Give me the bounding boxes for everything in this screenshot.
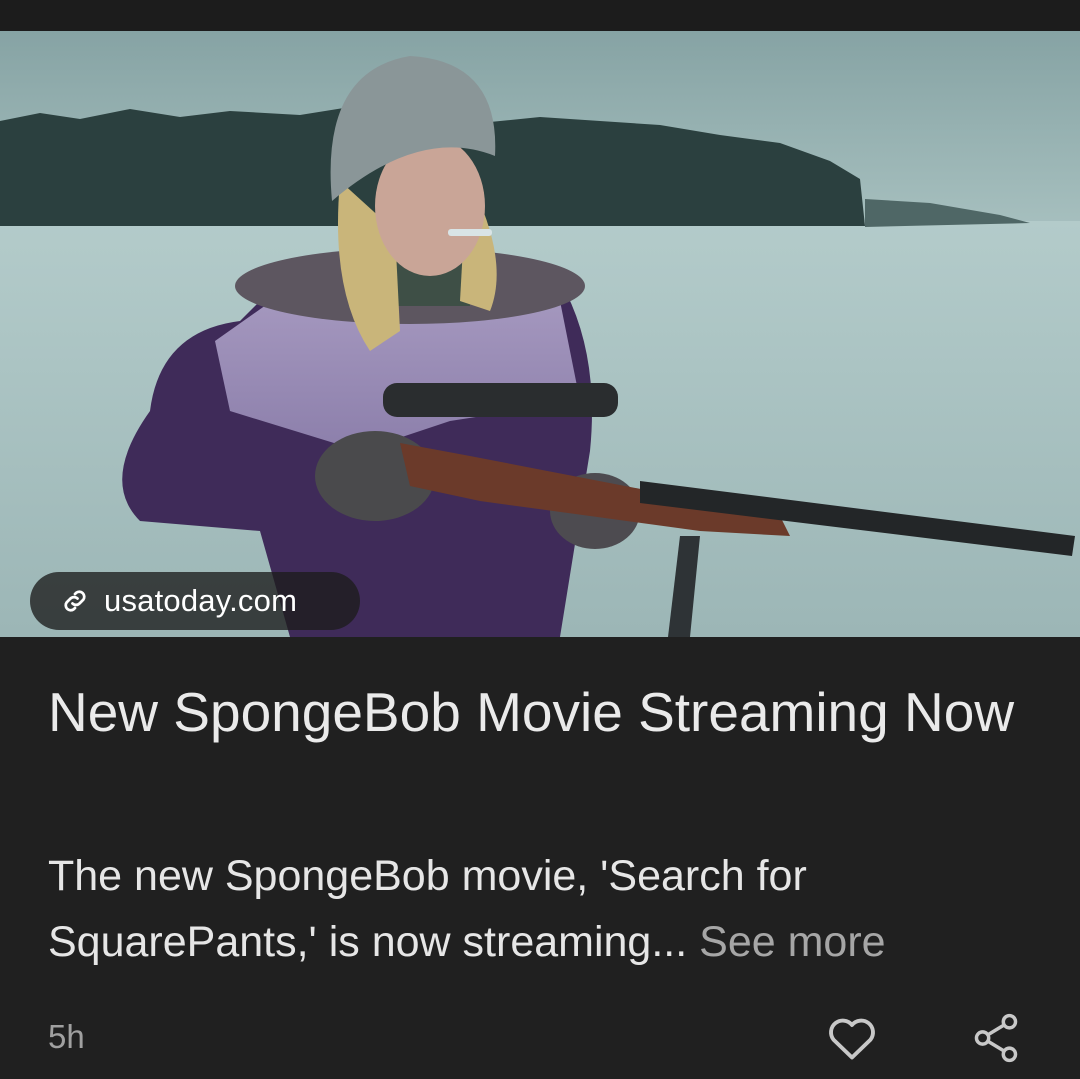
like-button[interactable] <box>822 1008 882 1068</box>
heart-icon <box>829 1018 875 1060</box>
status-bar <box>0 0 1080 31</box>
timestamp: 5h <box>48 1018 85 1055</box>
article-headline[interactable]: New SpongeBob Movie Streaming Now <box>48 674 1038 750</box>
see-more-link[interactable]: See more <box>699 918 885 966</box>
source-chip[interactable]: usatoday.com <box>30 572 360 630</box>
article-image[interactable]: usatoday.com <box>0 31 1080 637</box>
link-icon <box>58 584 92 618</box>
source-label: usatoday.com <box>104 583 298 618</box>
summary-text: The new SpongeBob movie, 'Search for Squ… <box>48 852 807 966</box>
hero-photo <box>0 31 1080 637</box>
share-button[interactable] <box>966 1008 1026 1068</box>
article-summary[interactable]: The new SpongeBob movie, 'Search for Squ… <box>48 843 1048 975</box>
share-icon <box>974 1013 1018 1063</box>
